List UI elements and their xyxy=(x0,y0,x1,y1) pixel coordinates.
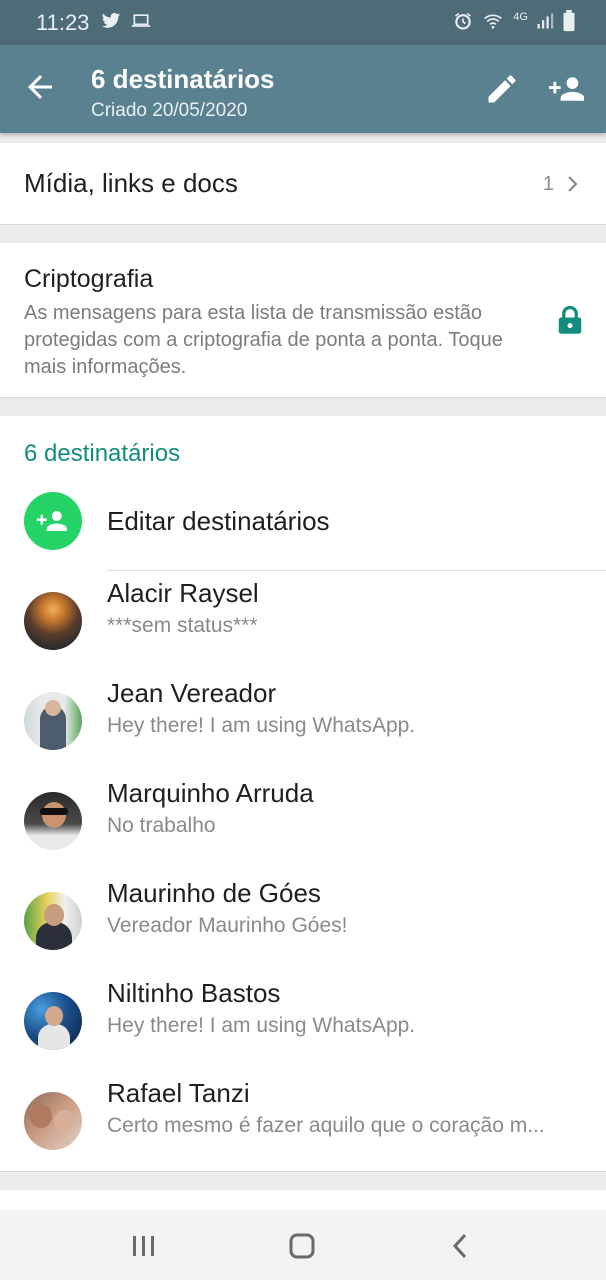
system-nav-bar xyxy=(0,1210,606,1280)
home-button[interactable] xyxy=(282,1230,322,1262)
add-recipient-button[interactable] xyxy=(549,71,589,111)
avatar xyxy=(24,792,82,850)
back-arrow-icon xyxy=(28,75,52,99)
network-label: 4G xyxy=(513,11,528,23)
contact-row[interactable]: Niltinho Bastos Hey there! I am using Wh… xyxy=(0,978,606,1092)
chevron-right-icon xyxy=(568,176,578,192)
contact-name: Jean Vereador xyxy=(107,678,277,708)
edit-recipients-label: Editar destinatários xyxy=(107,506,330,536)
battery-icon xyxy=(563,10,575,32)
encryption-row[interactable]: Criptografia As mensagens para esta list… xyxy=(0,243,606,398)
divider xyxy=(107,570,606,571)
contact-name: Maurinho de Góes xyxy=(107,878,321,908)
page-subtitle: Criado 20/05/2020 xyxy=(91,100,248,121)
contact-status: No trabalho xyxy=(107,814,216,837)
contact-name: Niltinho Bastos xyxy=(107,978,281,1008)
avatar xyxy=(24,992,82,1050)
app-bar: 6 destinatários Criado 20/05/2020 xyxy=(0,45,606,133)
edit-button[interactable] xyxy=(484,71,524,111)
encryption-title: Criptografia xyxy=(24,265,154,293)
edit-recipients-row[interactable]: Editar destinatários xyxy=(0,490,606,570)
contact-name: Rafael Tanzi xyxy=(107,1078,250,1108)
contact-row[interactable]: Alacir Raysel ***sem status*** xyxy=(0,578,606,692)
status-time: 11:23 xyxy=(36,10,90,35)
contact-status: ***sem status*** xyxy=(107,614,258,637)
signal-icon xyxy=(537,13,554,29)
back-icon xyxy=(452,1233,467,1259)
media-links-docs-row[interactable]: Mídia, links e docs 1 xyxy=(0,143,606,225)
next-section-edge xyxy=(0,1190,606,1210)
pencil-icon xyxy=(488,75,516,103)
contact-row[interactable]: Marquinho Arruda No trabalho xyxy=(0,778,606,892)
laptop-icon xyxy=(131,14,151,27)
avatar xyxy=(24,592,82,650)
contact-status: Hey there! I am using WhatsApp. xyxy=(107,1014,416,1037)
contact-status: Vereador Maurinho Góes! xyxy=(107,914,348,937)
twitter-icon xyxy=(101,12,121,28)
page-title: 6 destinatários xyxy=(91,64,275,94)
recents-button[interactable] xyxy=(124,1230,164,1262)
add-person-icon xyxy=(36,511,67,531)
edit-recipients-avatar xyxy=(24,492,82,550)
alarm-icon xyxy=(455,12,472,30)
media-label: Mídia, links e docs xyxy=(24,168,238,198)
add-person-icon xyxy=(549,77,585,101)
contact-name: Marquinho Arruda xyxy=(107,778,314,808)
contact-status: Hey there! I am using WhatsApp. xyxy=(107,714,416,737)
avatar xyxy=(24,1092,82,1150)
contact-row[interactable]: Jean Vereador Hey there! I am using What… xyxy=(0,678,606,792)
back-button[interactable] xyxy=(22,69,62,109)
recipients-header: 6 destinatários xyxy=(24,440,181,467)
contact-row[interactable]: Rafael Tanzi Certo mesmo é fazer aquilo … xyxy=(0,1078,606,1192)
media-count: 1 xyxy=(542,173,554,195)
status-bar: 11:23 4G xyxy=(0,0,606,45)
contact-row[interactable]: Maurinho de Góes Vereador Maurinho Góes! xyxy=(0,878,606,992)
system-back-button[interactable] xyxy=(440,1230,480,1262)
contact-name: Alacir Raysel xyxy=(107,578,259,608)
wifi-icon xyxy=(484,14,503,29)
lock-icon xyxy=(558,305,582,334)
home-icon xyxy=(289,1233,315,1259)
contact-status: Certo mesmo é fazer aquilo que o coração… xyxy=(107,1114,545,1137)
avatar xyxy=(24,692,82,750)
recents-icon xyxy=(133,1236,154,1256)
encryption-description: As mensagens para esta lista de transmis… xyxy=(24,302,503,378)
avatar xyxy=(24,892,82,950)
recipients-section: 6 destinatários Editar destinatários Ala… xyxy=(0,416,606,1172)
